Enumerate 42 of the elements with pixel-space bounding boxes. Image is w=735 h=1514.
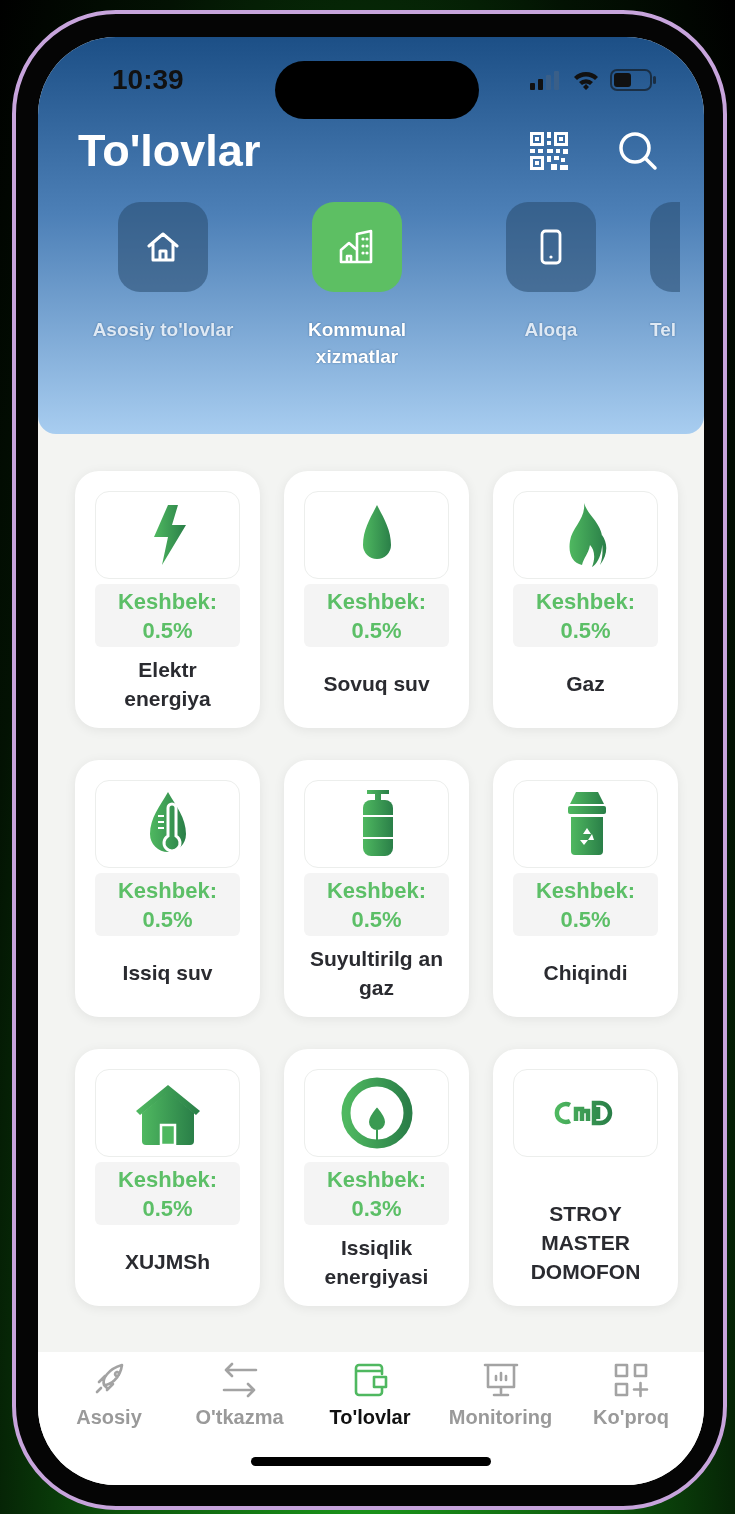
battery-icon: [610, 69, 656, 91]
cashback-value: 0.5%: [351, 905, 402, 934]
service-name: Issiq suv: [122, 960, 213, 986]
cashback-label: Keshbek:: [535, 587, 635, 616]
nav-tab[interactable]: To'lovlar: [305, 1360, 435, 1429]
cashback-value: 0.5%: [142, 905, 193, 934]
cashback-value: 0.5%: [142, 616, 193, 645]
wifi-icon: [572, 70, 600, 90]
cashback-label: Keshbek:: [117, 587, 217, 616]
cashback-label: Keshbek:: [326, 1165, 426, 1194]
service-name: Issiqlik energiyasi: [323, 1234, 430, 1290]
service-name: Chiqindi: [543, 960, 628, 986]
service-name: XUJMSh: [124, 1249, 211, 1275]
service-name: Sovuq suv: [323, 671, 430, 697]
qr-code-icon[interactable]: [530, 132, 568, 170]
service-card[interactable]: Keshbek: 0.5% Elektr energiya: [75, 471, 260, 728]
service-card[interactable]: Keshbek: 0.5% Sovuq suv: [284, 471, 469, 728]
cashback-value: 0.5%: [351, 616, 402, 645]
service-name: Elektr energiya: [123, 656, 212, 712]
service-card[interactable]: Keshbek: 0.5% Chiqindi: [493, 760, 678, 1017]
service-name: Suyultirilg an gaz: [309, 945, 444, 1001]
cashback-label: Keshbek:: [535, 876, 635, 905]
service-card[interactable]: STROY MASTER DOMOFON: [493, 1049, 678, 1306]
service-card[interactable]: Keshbek: 0.5% Gaz: [493, 471, 678, 728]
cashback-label: Keshbek:: [117, 876, 217, 905]
service-name: Gaz: [566, 671, 605, 697]
service-name: STROY MASTER DOMOFON: [529, 1201, 642, 1285]
cashback-value: 0.5%: [560, 616, 611, 645]
service-card[interactable]: Keshbek: 0.5% Suyultirilg an gaz: [284, 760, 469, 1017]
service-card[interactable]: Keshbek: 0.5% XUJMSh: [75, 1049, 260, 1306]
status-time: 10:39: [112, 64, 184, 96]
cashback-value: 0.3%: [351, 1194, 402, 1223]
cashback-label: Keshbek:: [326, 587, 426, 616]
search-icon[interactable]: [618, 131, 658, 171]
signal-icon: [530, 70, 562, 90]
cashback-value: 0.5%: [142, 1194, 193, 1223]
cashback-value: 0.5%: [560, 905, 611, 934]
service-card[interactable]: Keshbek: 0.5% Issiq suv: [75, 760, 260, 1017]
cashback-label: Keshbek:: [326, 876, 426, 905]
cashback-label: Keshbek:: [117, 1165, 217, 1194]
service-card[interactable]: Keshbek: 0.3% Issiqlik energiyasi: [284, 1049, 469, 1306]
page-title: To'lovlar: [78, 125, 261, 177]
